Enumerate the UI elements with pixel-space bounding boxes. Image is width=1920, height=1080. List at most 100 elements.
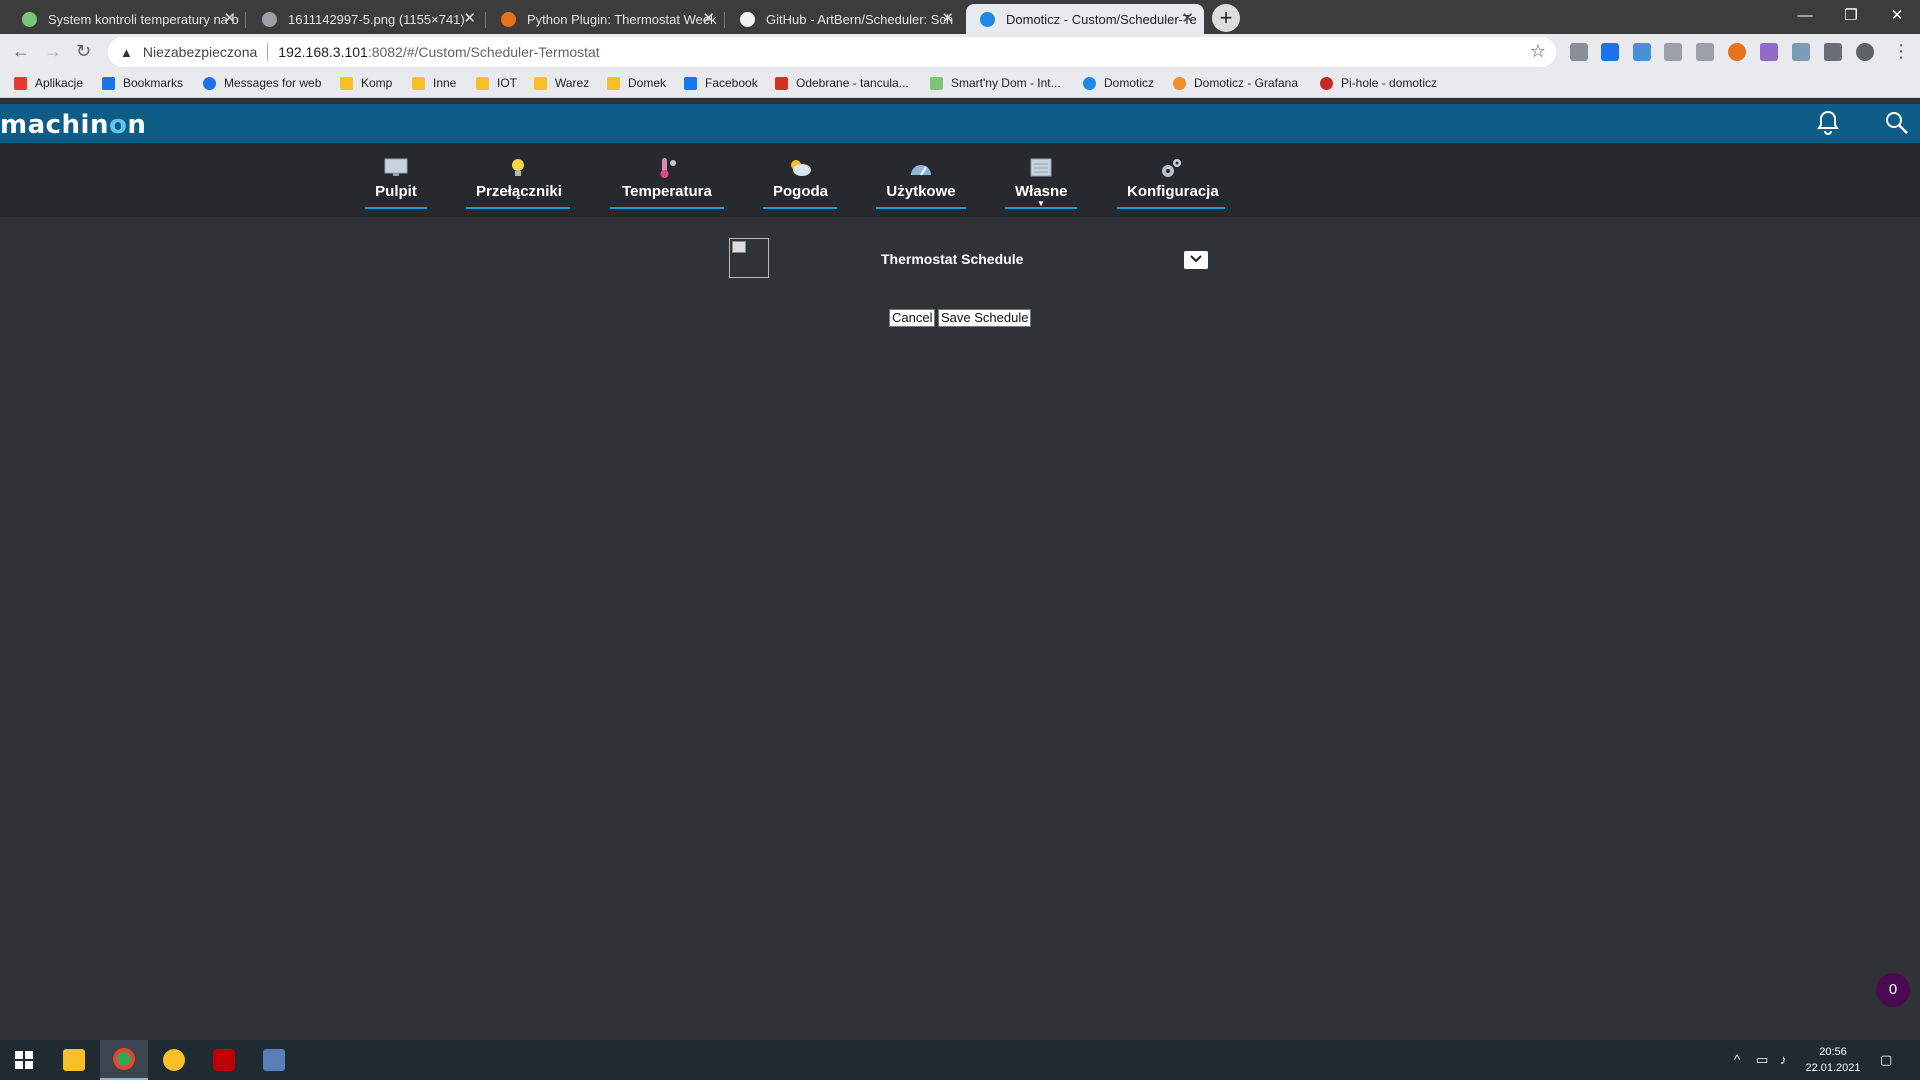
tab-favicon-icon	[22, 12, 37, 27]
extension-pen-icon[interactable]	[1760, 43, 1778, 61]
nav-label: Własne	[1015, 183, 1068, 200]
bookmark-item[interactable]: Messages for web	[203, 76, 321, 90]
bookmark-star-icon[interactable]: ☆	[1530, 41, 1546, 62]
search-icon[interactable]	[1884, 110, 1910, 142]
bookmark-label: Smart'ny Dom - Int...	[951, 76, 1061, 90]
browser-toolbar: ← → ↻ ▲ Niezabezpieczona 192.168.3.101 :…	[0, 34, 1920, 70]
nav-item-przelaczniki[interactable]: Przełączniki	[466, 153, 570, 209]
browser-tab-active[interactable]: Domoticz - Custom/Scheduler-Te ✕	[966, 4, 1204, 34]
nav-item-konfiguracja[interactable]: Konfiguracja	[1117, 153, 1225, 209]
thermometer-icon	[660, 158, 676, 178]
grafana-icon	[1173, 76, 1186, 90]
tab-close-icon[interactable]: ✕	[1181, 9, 1194, 27]
browser-tab[interactable]: 1611142997-5.png (1155×741) ✕	[248, 4, 486, 34]
nav-item-pulpit[interactable]: Pulpit	[365, 153, 427, 209]
nav-item-pogoda[interactable]: Pogoda	[763, 153, 837, 209]
bookmark-item[interactable]: Facebook	[684, 76, 758, 90]
extension-s-icon[interactable]	[1601, 43, 1619, 61]
clock-date: 22.01.2021	[1805, 1062, 1861, 1074]
cancel-button[interactable]: Cancel	[889, 309, 936, 327]
volume-icon[interactable]: ♪	[1780, 1052, 1787, 1067]
tab-close-icon[interactable]: ✕	[941, 9, 954, 27]
browser-tab[interactable]: Python Plugin: Thermostat Week ✕	[487, 4, 725, 34]
extension-g-icon[interactable]	[1792, 43, 1810, 61]
back-arrow-icon[interactable]: ←	[12, 41, 30, 62]
bookmark-folder[interactable]: Warez	[534, 76, 589, 90]
bookmark-folder[interactable]: Inne	[412, 76, 456, 90]
file-explorer-glyph	[63, 1049, 85, 1071]
extension-badge-icon[interactable]	[1633, 43, 1651, 61]
tab-close-icon[interactable]: ✕	[463, 9, 476, 27]
filezilla-icon[interactable]	[200, 1040, 248, 1080]
app-header: machinon	[0, 104, 1920, 143]
bookmark-label: Komp	[361, 76, 393, 90]
save-schedule-button[interactable]: Save Schedule	[938, 309, 1032, 327]
tab-close-icon[interactable]: ✕	[223, 9, 236, 27]
network-app-glyph	[263, 1049, 285, 1071]
logo-text-end: n	[127, 110, 147, 140]
domoticz-icon	[1083, 76, 1096, 90]
network-icon[interactable]: ▭	[1756, 1052, 1768, 1068]
facebook-icon	[684, 76, 697, 90]
browser-menu-icon[interactable]: ⋮	[1892, 41, 1910, 62]
browser-tab[interactable]: System kontroli temperatury na b ✕	[8, 4, 246, 34]
reload-icon[interactable]: ↻	[76, 41, 91, 62]
chrome-taskbar-icon[interactable]	[100, 1040, 148, 1080]
extension-folder-icon[interactable]	[1696, 43, 1714, 61]
warning-triangle-icon: ▲	[120, 44, 133, 60]
gauge-icon	[911, 165, 931, 176]
action-center-icon[interactable]: ▢	[1880, 1052, 1892, 1068]
browser-tab[interactable]: GitHub - ArtBern/Scheduler: Sch ✕	[726, 4, 964, 34]
extension-shield-icon[interactable]	[1570, 43, 1588, 61]
bookmark-item[interactable]: Odebrane - tancula...	[775, 76, 909, 90]
bookmark-folder[interactable]: Komp	[340, 76, 392, 90]
extension-brave-icon[interactable]	[1728, 43, 1746, 61]
restore-icon[interactable]: ❐	[1828, 2, 1874, 30]
tab-favicon-icon	[980, 12, 995, 27]
tab-title: GitHub - ArtBern/Scheduler: Sch	[766, 11, 954, 27]
broken-image-placeholder	[729, 238, 769, 278]
tab-close-icon[interactable]: ✕	[702, 9, 715, 27]
tray-chevron-up-icon[interactable]: ^	[1734, 1052, 1740, 1067]
notification-count-badge[interactable]: 0	[1876, 973, 1910, 1007]
network-app-icon[interactable]	[250, 1040, 298, 1080]
folder-icon	[476, 76, 489, 90]
address-host: 192.168.3.101	[278, 44, 368, 60]
address-bar[interactable]: ▲ Niezabezpieczona 192.168.3.101 :8082/#…	[108, 37, 1556, 67]
nav-item-wlasne[interactable]: Własne ▼	[1005, 153, 1077, 209]
bookmark-item[interactable]: Smart'ny Dom - Int...	[930, 76, 1061, 90]
bookmark-label: Odebrane - tancula...	[796, 76, 909, 90]
bookmark-label: Facebook	[705, 76, 758, 90]
bookmark-folder[interactable]: IOT	[476, 76, 517, 90]
bookmark-label: Domoticz - Grafana	[1194, 76, 1299, 90]
extension-reader-icon[interactable]	[1664, 43, 1682, 61]
app-taskbar-icon[interactable]	[150, 1040, 198, 1080]
new-tab-button[interactable]: +	[1212, 4, 1240, 32]
folder-icon	[607, 76, 620, 90]
bookmark-item[interactable]: Aplikacje	[14, 76, 83, 90]
browser-tab-strip: System kontroli temperatury na b ✕ 16111…	[0, 0, 1920, 34]
profile-avatar-icon[interactable]	[1856, 43, 1874, 61]
close-window-icon[interactable]: ✕	[1874, 2, 1920, 30]
nav-item-uzytkowe[interactable]: Użytkowe	[876, 153, 966, 209]
bookmark-item[interactable]: Bookmarks	[102, 76, 183, 90]
windows-start-icon[interactable]	[0, 1040, 48, 1080]
schedule-dropdown-button[interactable]	[1184, 251, 1208, 269]
forward-arrow-icon[interactable]: →	[44, 41, 62, 62]
nav-label: Pogoda	[773, 183, 828, 200]
nav-item-temperatura[interactable]: Temperatura	[610, 153, 724, 209]
home-icon	[930, 76, 943, 90]
bookmark-folder[interactable]: Domek	[607, 76, 666, 90]
machinon-logo[interactable]: machinon	[0, 110, 146, 140]
weather-icon	[791, 160, 811, 176]
bookmark-item[interactable]: Pi-hole - domoticz	[1320, 76, 1437, 90]
system-clock[interactable]: 20:56 22.01.2021	[1798, 1044, 1868, 1076]
minimize-icon[interactable]: —	[1782, 2, 1828, 30]
bell-icon[interactable]	[1816, 110, 1840, 142]
bookmark-item[interactable]: Domoticz	[1083, 76, 1154, 90]
file-explorer-icon[interactable]	[50, 1040, 98, 1080]
gmail-icon	[775, 76, 788, 90]
bookmark-item[interactable]: Domoticz - Grafana	[1173, 76, 1298, 90]
extensions-puzzle-icon[interactable]	[1824, 43, 1842, 61]
nav-label: Użytkowe	[886, 183, 956, 200]
